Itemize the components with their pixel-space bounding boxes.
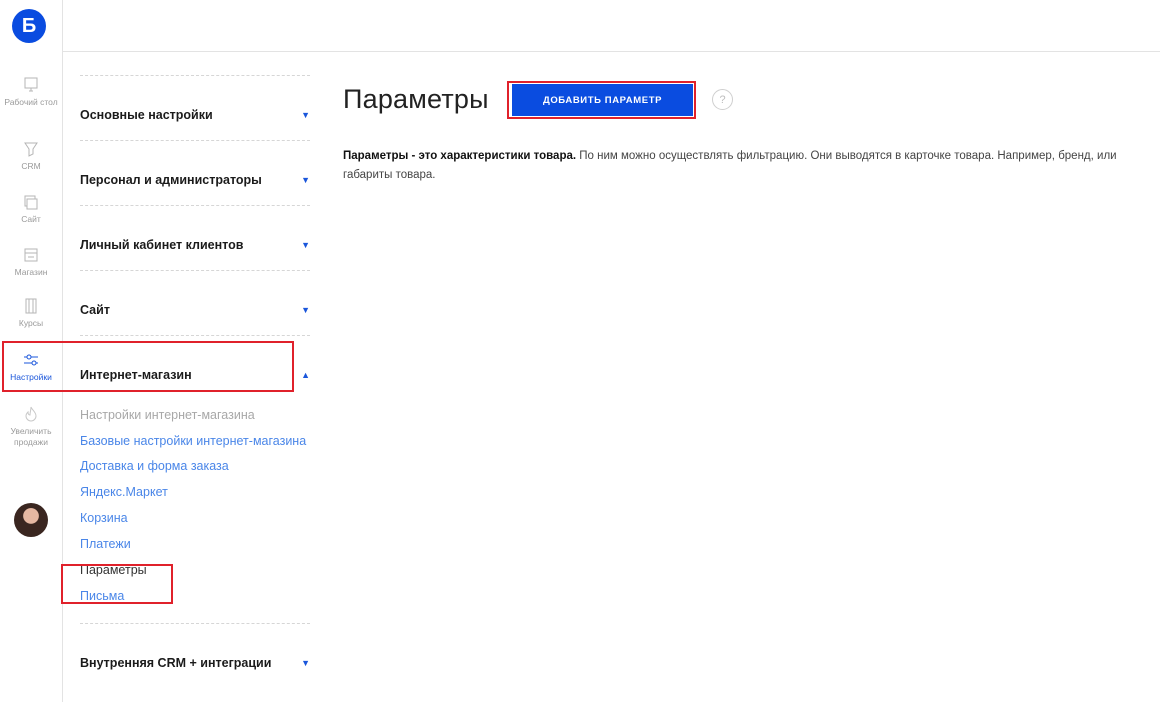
app-logo[interactable]: Б — [12, 9, 46, 43]
rail-label-crm: CRM — [21, 161, 41, 171]
section-online-shop[interactable]: Интернет-магазин ▲ — [80, 335, 310, 400]
description-bold: Параметры - это характеристики товара. — [343, 150, 577, 162]
header-divider — [62, 51, 1160, 52]
section-site[interactable]: Сайт ▼ — [80, 270, 310, 335]
rail-item-dashboard[interactable]: Рабочий стол — [0, 76, 62, 108]
subnav-item-payments[interactable]: Платежи — [80, 531, 310, 557]
section-label: Сайт — [80, 303, 110, 317]
section-staff[interactable]: Персонал и администраторы ▼ — [80, 140, 310, 205]
monitor-icon — [24, 77, 38, 92]
page-description: Параметры - это характеристики товара. П… — [343, 147, 1148, 185]
add-parameter-button[interactable]: ДОБАВИТЬ ПАРАМЕТР — [512, 84, 693, 116]
section-client-cabinet[interactable]: Личный кабинет клиентов ▼ — [80, 205, 310, 270]
subnav-item-basic-settings[interactable]: Базовые настройки интернет-магазина — [80, 428, 310, 453]
rail-label-settings: Настройки — [10, 372, 52, 382]
rail-label-grow-sales: Увеличить продажи — [10, 426, 52, 447]
sliders-icon — [24, 354, 38, 366]
subnav-item-parameters[interactable]: Параметры — [80, 557, 310, 583]
rail-item-shop[interactable]: Магазин — [0, 246, 62, 278]
page-title: Параметры — [343, 84, 489, 114]
rail-item-grow-sales[interactable]: Увеличить продажи — [0, 405, 62, 448]
section-label: Внутренняя CRM + интеграции — [80, 656, 272, 670]
rail-label-dashboard: Рабочий стол — [4, 97, 58, 107]
rail-item-crm[interactable]: CRM — [0, 140, 62, 172]
flame-icon — [25, 406, 37, 422]
chevron-down-icon: ▼ — [301, 240, 310, 250]
funnel-icon — [24, 142, 38, 157]
settings-nav: Основные настройки ▼ Персонал и админист… — [80, 75, 310, 688]
section-crm-integrations[interactable]: Внутренняя CRM + интеграции ▼ — [80, 623, 310, 688]
subnav-item-letters[interactable]: Письма — [80, 583, 310, 609]
chevron-down-icon: ▼ — [301, 658, 310, 668]
subnav-item-yandex-market[interactable]: Яндекс.Маркет — [80, 479, 310, 505]
section-general[interactable]: Основные настройки ▼ — [80, 75, 310, 140]
rail-label-site: Сайт — [21, 214, 41, 224]
user-avatar[interactable] — [14, 503, 48, 537]
help-icon[interactable]: ? — [712, 89, 733, 110]
rail-label-shop: Магазин — [14, 267, 48, 277]
section-label: Основные настройки — [80, 108, 213, 122]
chevron-up-icon: ▲ — [301, 370, 310, 380]
subnav-item-shop-settings[interactable]: Настройки интернет-магазина — [80, 402, 310, 428]
store-icon — [24, 248, 38, 262]
left-rail: Б Рабочий стол CRM Сайт Магазин Курсы На… — [0, 0, 63, 702]
section-label: Интернет-магазин — [80, 368, 192, 382]
subnav-item-cart[interactable]: Корзина — [80, 505, 310, 531]
rail-label-courses: Курсы — [18, 318, 44, 328]
logo-letter: Б — [21, 14, 37, 37]
rail-item-settings[interactable]: Настройки — [0, 351, 62, 383]
chevron-down-icon: ▼ — [301, 175, 310, 185]
section-label: Персонал и администраторы — [80, 173, 262, 187]
subnav-item-delivery[interactable]: Доставка и форма заказа — [80, 453, 310, 479]
section-label: Личный кабинет клиентов — [80, 238, 244, 252]
shop-subnav: Настройки интернет-магазина Базовые наст… — [80, 400, 310, 609]
rail-item-site[interactable]: Сайт — [0, 193, 62, 225]
pages-icon — [24, 195, 38, 210]
chevron-down-icon: ▼ — [301, 305, 310, 315]
chevron-down-icon: ▼ — [301, 110, 310, 120]
rail-item-courses[interactable]: Курсы — [0, 297, 62, 329]
book-icon — [25, 298, 37, 314]
